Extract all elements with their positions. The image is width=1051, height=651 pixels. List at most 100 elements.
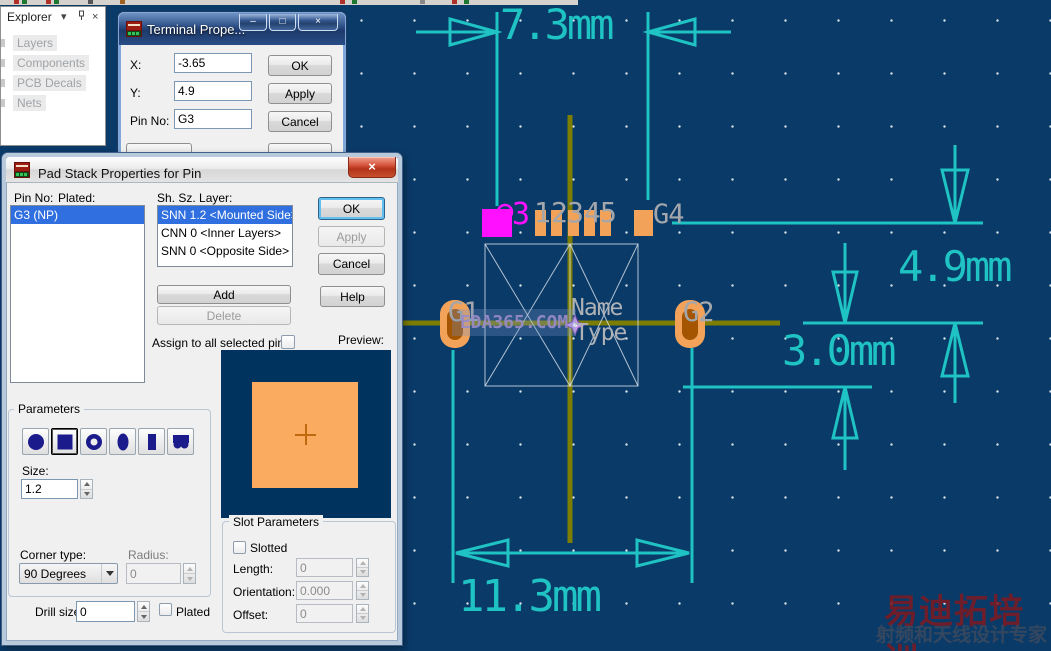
padstack-apply-button[interactable]: Apply: [318, 226, 385, 247]
assign-all-pins-checkbox[interactable]: [281, 335, 295, 349]
sidebar-item-components[interactable]: Components: [13, 55, 90, 71]
slot-offset-label: Offset:: [233, 608, 269, 622]
terminal-apply-button[interactable]: Apply: [268, 83, 332, 104]
pad-label-g2: G2: [683, 297, 715, 328]
size-stepper[interactable]: [80, 479, 93, 499]
pin-listbox[interactable]: G3 (NP): [10, 205, 145, 383]
maximize-button[interactable]: □: [269, 14, 296, 31]
pad-shape-circle-button[interactable]: [22, 428, 49, 455]
pad-shape-square-button[interactable]: [51, 428, 78, 455]
pad-number-5: 5: [600, 196, 617, 229]
delete-button[interactable]: Delete: [157, 306, 291, 325]
size-label: Size:: [22, 464, 49, 478]
layer-listbox[interactable]: SNN 1.2 <Mounted Side> CNN 0 <Inner Laye…: [157, 205, 293, 267]
slotted-checkbox-label: Slotted: [250, 541, 288, 555]
slot-offset-field: [296, 604, 353, 623]
pad-number-4: 4: [584, 196, 601, 229]
size-field[interactable]: [21, 479, 78, 499]
layer-item-inner[interactable]: CNN 0 <Inner Layers>: [158, 224, 292, 242]
pad-shape-rectangle-button[interactable]: [138, 428, 165, 455]
add-button[interactable]: Add: [157, 285, 291, 304]
y-label: Y:: [130, 86, 141, 100]
y-field[interactable]: [174, 81, 252, 101]
circle-pad-icon: [27, 433, 44, 450]
terminal-properties-dialog: Terminal Prope... – □ × X: Y: Pin No: OK…: [118, 12, 346, 156]
pad-shape-odd-button[interactable]: [167, 428, 194, 455]
toolbar-strip: [0, 0, 578, 5]
decal-name-text: Name: [571, 295, 623, 321]
decal-type-text: Type: [575, 320, 627, 346]
terminal-titlebar[interactable]: Terminal Prope... – □ ×: [119, 13, 345, 45]
sidebar-item-layers[interactable]: Layers: [13, 35, 58, 51]
minimize-button[interactable]: –: [239, 14, 267, 31]
pad-number-1: 1: [534, 196, 551, 229]
annular-pad-icon: [85, 433, 102, 450]
slotted-checkbox[interactable]: [233, 541, 246, 554]
close-button[interactable]: ×: [298, 14, 338, 31]
close-button[interactable]: ×: [348, 157, 396, 178]
tree-toggle-fragment: [1, 79, 5, 87]
square-pad-icon: [57, 434, 72, 449]
padstack-titlebar[interactable]: Pad Stack Properties for Pin: [6, 157, 398, 183]
pin-no-field[interactable]: [174, 109, 252, 129]
oval-pad-icon: [117, 433, 128, 450]
pad-preview-box: [221, 350, 391, 518]
plated-checkbox[interactable]: [159, 603, 172, 616]
sidebar-item-nets[interactable]: Nets: [13, 95, 46, 111]
pin-icon[interactable]: [77, 10, 86, 25]
pad-shape-annular-button[interactable]: [80, 428, 107, 455]
rectangle-pad-icon: [147, 433, 156, 450]
watermark-text: EDA365.COM: [459, 312, 569, 333]
pads-application-window: 7.3mm 4.9mm 3.0mm 11.3mm 3 1 2 3 4 5 G4 …: [0, 0, 1051, 651]
pads-app-icon: [14, 162, 30, 178]
slot-length-field: [296, 558, 353, 577]
slot-length-label: Length:: [233, 562, 274, 576]
radius-label: Radius:: [128, 548, 169, 562]
assign-all-pins-label: Assign to all selected pins: [152, 336, 291, 350]
slot-orientation-stepper: [356, 581, 369, 600]
padstack-ok-button[interactable]: OK: [318, 197, 385, 220]
layer-item-mounted[interactable]: SNN 1.2 <Mounted Side>: [158, 206, 292, 224]
tree-toggle-fragment: [1, 99, 5, 107]
slot-length-stepper: [356, 558, 369, 577]
terminal-ok-button[interactable]: OK: [268, 55, 332, 76]
pad-shape-oval-button[interactable]: [109, 428, 136, 455]
drill-size-field[interactable]: [76, 601, 135, 622]
sh-sz-layer-label: Sh. Sz. Layer:: [157, 191, 233, 205]
close-icon[interactable]: ×: [92, 10, 98, 24]
sidebar-item-pcb-decals[interactable]: PCB Decals: [13, 75, 86, 91]
layer-item-opposite[interactable]: SNN 0 <Opposite Side>: [158, 242, 292, 260]
explorer-title: Explorer: [7, 10, 52, 24]
padstack-properties-dialog: Pad Stack Properties for Pin × Pin No: P…: [2, 153, 402, 645]
slot-parameters-group-label: Slot Parameters: [229, 515, 324, 529]
corner-type-dropdown[interactable]: 90 Degrees: [19, 563, 118, 584]
corner-type-value: 90 Degrees: [24, 566, 87, 581]
pads-app-icon: [126, 21, 142, 37]
help-button[interactable]: Help: [320, 286, 385, 307]
tree-toggle-fragment: [1, 39, 5, 47]
terminal-cancel-button[interactable]: Cancel: [268, 111, 332, 132]
plated-checkbox-label: Plated: [176, 605, 211, 619]
explorer-panel: Explorer ▾ × Layers Components PCB Decal…: [0, 6, 106, 146]
explorer-header: Explorer ▾ ×: [1, 7, 105, 27]
padstack-dialog-title: Pad Stack Properties for Pin: [38, 166, 202, 181]
corner-logo-line2: 射频和天线设计专家: [876, 625, 1048, 646]
x-field[interactable]: [174, 53, 252, 73]
center-watermark: EDA365.COM: [452, 309, 576, 336]
drill-size-stepper[interactable]: [137, 601, 150, 622]
pad-number-3: 3: [567, 196, 584, 229]
corner-type-label: Corner type:: [20, 548, 87, 562]
pad-label-g3: 3: [512, 197, 530, 232]
padstack-cancel-button[interactable]: Cancel: [318, 253, 385, 275]
pad-g4: [634, 210, 653, 236]
pin-no-label: Pin No:: [130, 114, 170, 128]
slot-orientation-field: [296, 581, 353, 600]
chevron-down-icon[interactable]: ▾: [61, 10, 67, 24]
pin-list-item-selected[interactable]: G3 (NP): [11, 206, 144, 224]
preview-cross-v: [305, 424, 307, 445]
dimension-label-top: 7.3mm: [500, 0, 614, 49]
tree-toggle-fragment: [1, 59, 5, 67]
preview-label: Preview:: [338, 333, 385, 347]
pad-g3-selected[interactable]: [482, 203, 514, 237]
dimension-label-inner: 3.0mm: [782, 326, 896, 375]
